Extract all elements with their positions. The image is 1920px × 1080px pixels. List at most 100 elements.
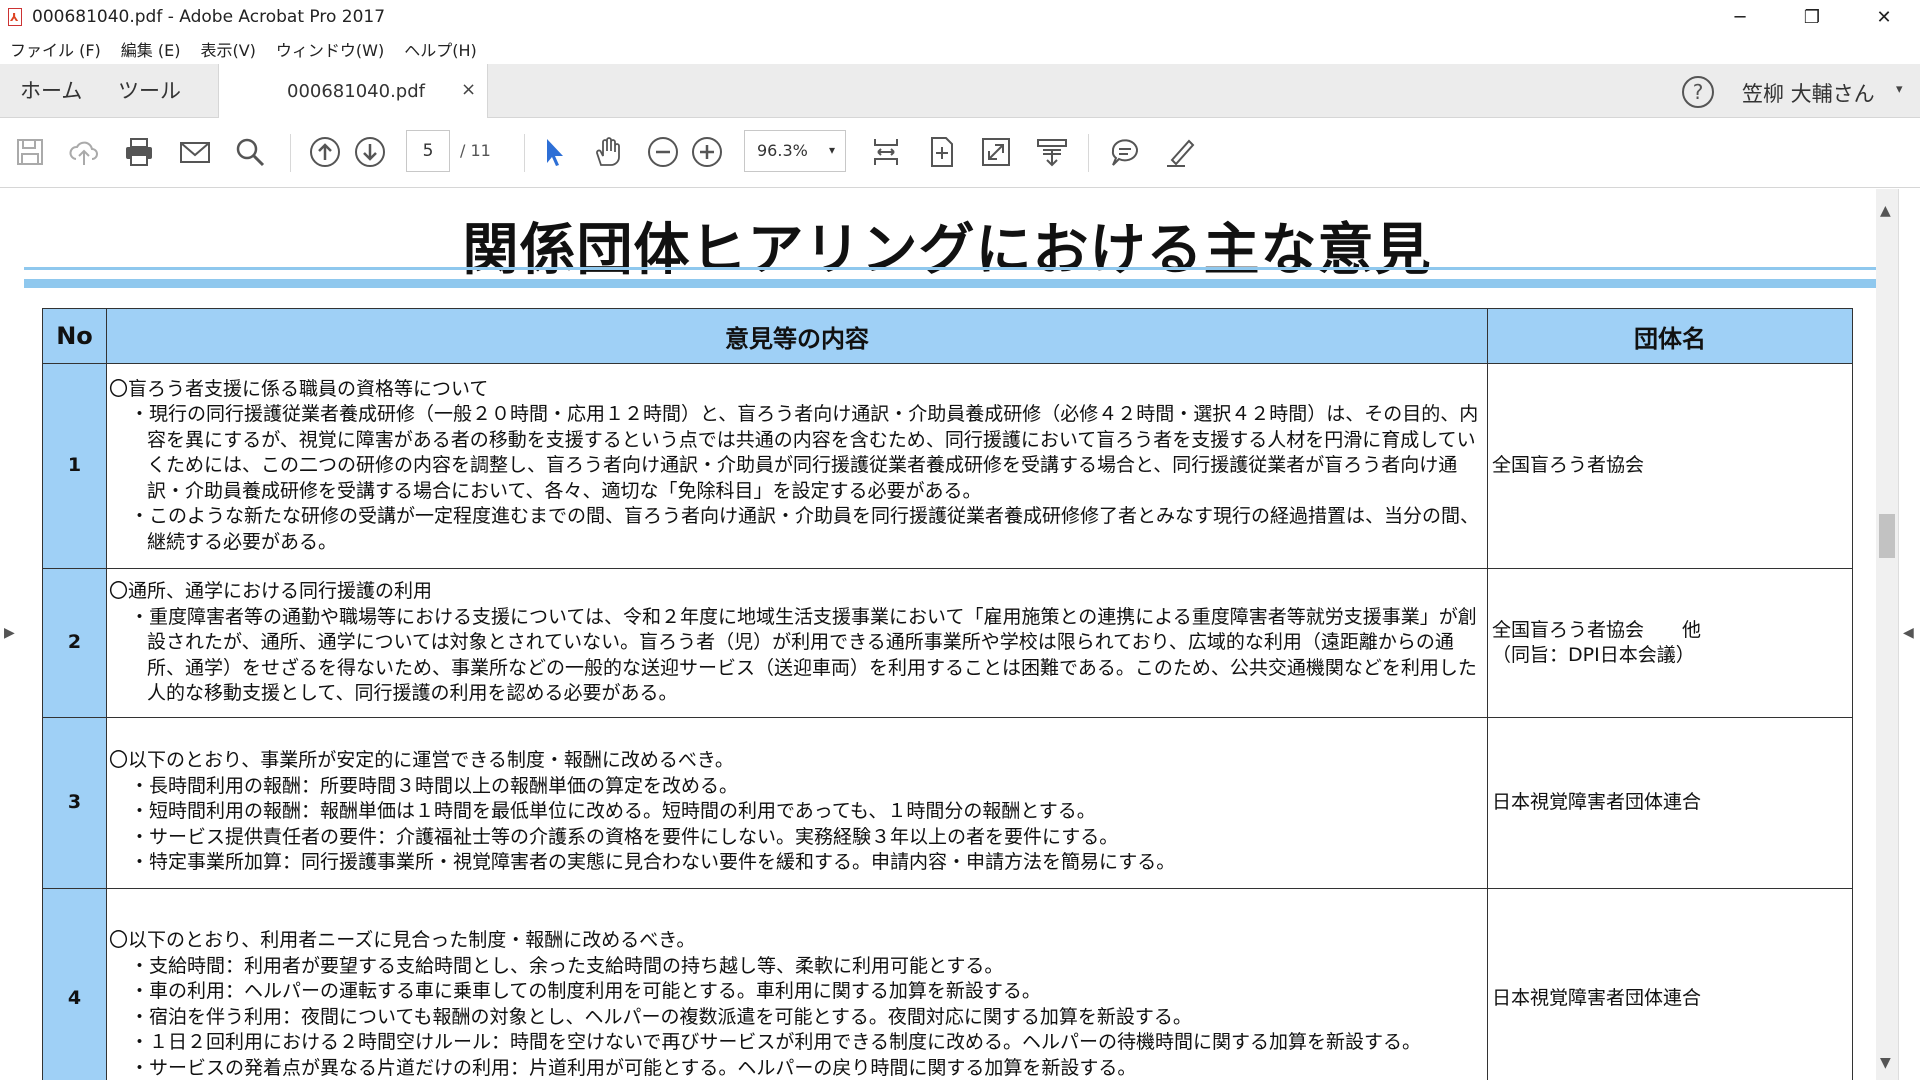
table-row: 1 〇盲ろう者支援に係る職員の資格等について ・現行の同行援護従業者養成研修（一… xyxy=(42,363,1853,569)
opinion-content: 〇盲ろう者支援に係る職員の資格等について ・現行の同行援護従業者養成研修（一般２… xyxy=(106,363,1488,569)
organization-cell: 日本視覚障害者団体連合 xyxy=(1487,888,1853,1080)
opinion-bullet: ・支給時間：利用者が要望する支給時間とし、余った支給時間の持ち越し等、柔軟に利用… xyxy=(130,954,1004,977)
zoom-out-icon[interactable] xyxy=(643,132,683,172)
minimize-button[interactable]: ─ xyxy=(1704,0,1776,34)
opinion-bullet: ・現行の同行援護従業者養成研修（一般２０時間・応用１２時間）と、盲ろう者向け通訳… xyxy=(130,403,1479,502)
print-icon[interactable] xyxy=(119,132,159,172)
opinion-heading: 〇盲ろう者支援に係る職員の資格等について xyxy=(109,377,489,400)
organization-note: （同旨：DPI日本会議） xyxy=(1492,644,1695,666)
chevron-down-icon: ▾ xyxy=(828,143,835,157)
row-number: 1 xyxy=(42,363,107,569)
opinion-content: 〇以下のとおり、利用者ニーズに見合った制度・報酬に改めるべき。 ・支給時間：利用… xyxy=(106,888,1488,1080)
toolbar-separator xyxy=(524,134,525,172)
row-number: 4 xyxy=(42,888,107,1080)
close-tab-icon[interactable]: × xyxy=(461,79,476,100)
tab-document[interactable]: 000681040.pdf × xyxy=(218,64,488,119)
document-viewer: ▶ 関係団体ヒアリングにおける主な意見 No 意見等の内容 団体名 1 〇盲ろう… xyxy=(0,189,1920,1080)
opinion-bullet: ・１日２回利用における２時間空けルール：時間を空けないで再びサービスが利用できる… xyxy=(130,1031,1422,1053)
save-icon[interactable] xyxy=(10,132,50,172)
organization-cell: 全国盲ろう者協会 他 （同旨：DPI日本会議） xyxy=(1487,568,1853,718)
zoom-in-icon[interactable] xyxy=(687,132,727,172)
page-number-input[interactable]: 5 xyxy=(406,130,450,172)
document-title: 関係団体ヒアリングにおける主な意見 xyxy=(462,218,1432,283)
tab-home[interactable]: ホーム xyxy=(20,64,82,118)
organization-name: 日本視覚障害者団体連合 xyxy=(1492,986,1702,1009)
close-window-button[interactable]: ✕ xyxy=(1848,0,1920,34)
opinion-content: 〇通所、通学における同行援護の利用 ・重度障害者等の通勤や職場等における支援につ… xyxy=(106,568,1488,718)
title-bar: ⅄ 000681040.pdf - Adobe Acrobat Pro 2017… xyxy=(0,0,1920,34)
opinion-bullet: ・宿泊を伴う利用：夜間についても報酬の対象とし、ヘルパーの複数派遣を可能とする。… xyxy=(130,1005,1192,1028)
toolbar-separator xyxy=(290,134,291,172)
menu-bar: ファイル (F) 編集 (E) 表示(V) ウィンドウ(W) ヘルプ(H) xyxy=(0,34,1920,64)
opinion-bullet: ・長時間利用の報酬：所要時間３時間以上の報酬単価の算定を改める。 xyxy=(130,774,739,797)
highlight-pen-icon[interactable] xyxy=(1160,132,1200,172)
window-title: 000681040.pdf - Adobe Acrobat Pro 2017 xyxy=(32,7,386,27)
next-page-icon[interactable] xyxy=(350,132,390,172)
tab-bar: ホーム ツール 000681040.pdf × ? 笠柳 大輔さん ▾ xyxy=(0,64,1920,119)
opinion-heading: 〇以下のとおり、事業所が安定的に運営できる制度・報酬に改めるべき。 xyxy=(109,749,734,772)
scroll-mode-icon[interactable] xyxy=(866,132,906,172)
opinion-bullet: ・重度障害者等の通勤や職場等における支援については、令和２年度に地域生活支援事業… xyxy=(130,605,1477,705)
comment-icon[interactable] xyxy=(1105,132,1145,172)
menu-window[interactable]: ウィンドウ(W) xyxy=(276,37,384,61)
chevron-down-icon[interactable]: ▾ xyxy=(1896,82,1903,97)
opinions-table: No 意見等の内容 団体名 1 〇盲ろう者支援に係る職員の資格等について ・現行… xyxy=(42,308,1853,1080)
table-row: 4 〇以下のとおり、利用者ニーズに見合った制度・報酬に改めるべき。 ・支給時間：… xyxy=(42,888,1853,1080)
toolbar-separator xyxy=(1088,134,1089,172)
full-screen-icon[interactable] xyxy=(976,132,1016,172)
organization-cell: 日本視覚障害者団体連合 xyxy=(1487,717,1853,889)
opinion-bullet: ・このような新たな研修の受講が一定程度進むまでの間、盲ろう者向け通訳・介助員を同… xyxy=(130,505,1480,553)
organization-name: 全国盲ろう者協会 xyxy=(1492,454,1645,477)
read-mode-icon[interactable] xyxy=(1032,132,1072,172)
email-icon[interactable] xyxy=(175,132,215,172)
toolbar xyxy=(0,118,1920,188)
page-total: / 11 xyxy=(460,141,491,160)
opinion-bullet: ・短時間利用の報酬：報酬単価は１時間を最低単位に改める。短時間の利用であっても、… xyxy=(130,800,1096,823)
tab-tools[interactable]: ツール xyxy=(118,64,181,118)
user-name[interactable]: 笠柳 大輔さん xyxy=(1742,78,1875,108)
column-header-org: 団体名 xyxy=(1487,308,1853,364)
pdf-page: 関係団体ヒアリングにおける主な意見 No 意見等の内容 団体名 1 〇盲ろう者支… xyxy=(18,189,1876,1080)
opinion-bullet: ・特定事業所加算：同行援護事業所・視覚障害者の実態に見合わない要件を緩和する。申… xyxy=(130,851,1176,874)
fit-page-icon[interactable] xyxy=(921,132,961,172)
organization-cell: 全国盲ろう者協会 xyxy=(1487,363,1853,569)
document-tab-label: 000681040.pdf xyxy=(287,81,425,102)
menu-edit[interactable]: 編集 (E) xyxy=(121,37,181,61)
menu-help[interactable]: ヘルプ(H) xyxy=(404,37,477,61)
opinion-bullet: ・車の利用：ヘルパーの運転する車に乗車しての制度利用を可能とする。車利用に関する… xyxy=(130,980,1041,1002)
zoom-select[interactable]: 96.3% ▾ xyxy=(744,130,846,172)
table-row: 2 〇通所、通学における同行援護の利用 ・重度障害者等の通勤や職場等における支援… xyxy=(42,568,1853,718)
zoom-value: 96.3% xyxy=(757,141,808,160)
expand-right-icon[interactable]: ◀ xyxy=(1903,625,1914,641)
menu-file[interactable]: ファイル (F) xyxy=(10,37,101,61)
cloud-upload-icon[interactable] xyxy=(64,132,104,172)
right-panel-toggle[interactable]: ◀ xyxy=(1898,189,1920,1080)
scroll-down-icon[interactable]: ▼ xyxy=(1880,1055,1891,1071)
vertical-scrollbar[interactable]: ▲ ▼ xyxy=(1876,189,1898,1080)
menu-view[interactable]: 表示(V) xyxy=(200,37,255,61)
opinion-bullet: ・サービス提供責任者の要件：介護福祉士等の介護系の資格を要件にしない。実務経験３… xyxy=(130,825,1119,848)
organization-name: 全国盲ろう者協会 他 xyxy=(1492,618,1702,641)
restore-button[interactable]: ❐ xyxy=(1776,0,1848,34)
row-number: 3 xyxy=(42,717,107,889)
expand-left-icon[interactable]: ▶ xyxy=(4,625,15,641)
opinion-content: 〇以下のとおり、事業所が安定的に運営できる制度・報酬に改めるべき。 ・長時間利用… xyxy=(106,717,1488,889)
organization-name: 日本視覚障害者団体連合 xyxy=(1492,791,1702,814)
title-rule xyxy=(24,267,1876,270)
acrobat-pdf-icon: ⅄ xyxy=(6,7,24,27)
opinion-heading: 〇通所、通学における同行援護の利用 xyxy=(109,580,433,603)
table-header-row: No 意見等の内容 団体名 xyxy=(42,308,1853,364)
select-cursor-icon[interactable] xyxy=(534,132,574,172)
search-icon[interactable] xyxy=(230,132,270,172)
help-icon[interactable]: ? xyxy=(1682,76,1714,108)
hand-tool-icon[interactable] xyxy=(588,132,628,172)
column-header-content: 意見等の内容 xyxy=(106,308,1488,364)
row-number: 2 xyxy=(42,568,107,718)
scroll-thumb[interactable] xyxy=(1879,514,1895,558)
left-panel-toggle[interactable]: ▶ xyxy=(0,189,18,1080)
column-header-no: No xyxy=(42,308,107,364)
previous-page-icon[interactable] xyxy=(305,132,345,172)
scroll-up-icon[interactable]: ▲ xyxy=(1880,203,1891,219)
table-row: 3 〇以下のとおり、事業所が安定的に運営できる制度・報酬に改めるべき。 ・長時間… xyxy=(42,717,1853,889)
opinion-bullet: ・サービスの発着点が異なる片道だけの利用：片道利用が可能とする。ヘルパーの戻り時… xyxy=(130,1056,1137,1079)
